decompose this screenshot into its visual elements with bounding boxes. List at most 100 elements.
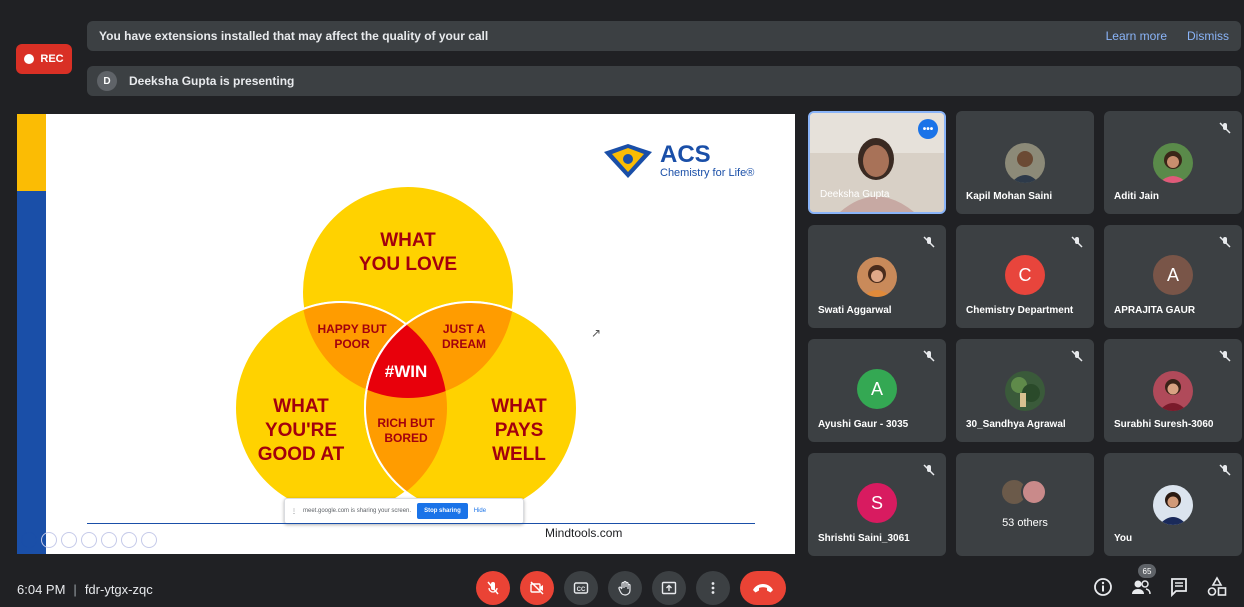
- mic-toggle-button[interactable]: [476, 571, 510, 605]
- participant-tile[interactable]: Aditi Jain: [1104, 111, 1242, 214]
- present-screen-icon: [661, 581, 677, 595]
- participant-tile[interactable]: S Shrishti Saini_3061: [808, 453, 946, 556]
- participant-tile[interactable]: C Chemistry Department: [956, 225, 1094, 328]
- participant-photo: [1005, 143, 1045, 183]
- participant-name: Swati Aggarwal: [818, 305, 892, 316]
- raise-hand-button[interactable]: [608, 571, 642, 605]
- menu-icon[interactable]: [121, 532, 137, 548]
- venn-label-love-2: YOU LOVE: [359, 254, 457, 275]
- people-button[interactable]: 65: [1130, 564, 1156, 598]
- participant-photo: [1153, 143, 1193, 183]
- clock-time: 6:04 PM: [17, 582, 66, 597]
- venn-label-good-3: GOOD AT: [258, 444, 345, 465]
- venn-label-rich-2: BORED: [384, 431, 428, 445]
- mic-off-icon: [923, 236, 935, 248]
- participant-avatar: S: [857, 483, 897, 523]
- others-tile[interactable]: 53 others: [956, 453, 1094, 556]
- acs-emblem-icon: [604, 144, 652, 178]
- mic-off-icon: [1219, 464, 1231, 476]
- participant-photo: [857, 257, 897, 297]
- participant-tile[interactable]: Kapil Mohan Saini: [956, 111, 1094, 214]
- venn-label-pays-1: WHAT: [491, 396, 547, 417]
- info-icon: [1094, 578, 1112, 596]
- meeting-info: 6:04 PM | fdr-ytgx-zqc: [17, 582, 153, 597]
- venn-label-pays-2: PAYS: [495, 420, 544, 441]
- presenting-text: Deeksha Gupta is presenting: [129, 74, 295, 88]
- slide-accent-yellow: [17, 114, 46, 191]
- participant-name: You: [1114, 533, 1133, 544]
- venn-label-dream-1: JUST A: [443, 322, 486, 336]
- participant-name: Surabhi Suresh-3060: [1114, 419, 1214, 430]
- participant-photo: [1153, 485, 1193, 525]
- recording-indicator: REC: [16, 44, 72, 74]
- venn-label-dream-2: DREAM: [442, 337, 486, 351]
- participant-name: Deeksha Gupta: [820, 189, 890, 200]
- participant-name: Chemistry Department: [966, 305, 1074, 316]
- mic-off-icon: [1219, 122, 1231, 134]
- participant-avatar: A: [1153, 255, 1193, 295]
- extension-warning-text: You have extensions installed that may a…: [99, 29, 489, 43]
- more-options-icon[interactable]: •••: [918, 119, 938, 139]
- dismiss-link[interactable]: Dismiss: [1187, 29, 1229, 43]
- zoom-icon[interactable]: [101, 532, 117, 548]
- meeting-details-button[interactable]: [1092, 576, 1114, 598]
- more-options-button[interactable]: [696, 571, 730, 605]
- participant-count-badge: 65: [1138, 564, 1156, 578]
- venn-label-rich-1: RICH BUT: [377, 416, 435, 430]
- pen-icon[interactable]: [61, 532, 77, 548]
- camera-toggle-button[interactable]: [520, 571, 554, 605]
- mouse-cursor-icon: ↗: [591, 326, 602, 340]
- venn-label-happy-1: HAPPY BUT: [317, 322, 387, 336]
- self-tile[interactable]: You: [1104, 453, 1242, 556]
- record-dot-icon: [24, 54, 35, 64]
- participant-tile[interactable]: ••• Deeksha Gupta: [808, 111, 946, 214]
- slide-accent-blue: [17, 191, 46, 554]
- more-vert-icon: [711, 582, 715, 594]
- participant-tile[interactable]: 30_Sandhya Agrawal: [956, 339, 1094, 442]
- learn-more-link[interactable]: Learn more: [1106, 29, 1167, 43]
- meeting-code[interactable]: fdr-ytgx-zqc: [85, 582, 153, 597]
- extension-warning-banner: You have extensions installed that may a…: [87, 21, 1241, 51]
- chat-button[interactable]: [1168, 576, 1190, 598]
- participant-photo: [1005, 371, 1045, 411]
- more-options-icon[interactable]: [141, 532, 157, 548]
- info-separator: |: [73, 582, 77, 597]
- mic-off-icon: [1219, 350, 1231, 362]
- participant-tile[interactable]: A APRAJITA GAUR: [1104, 225, 1242, 328]
- stop-sharing-button[interactable]: Stop sharing: [417, 503, 468, 519]
- activities-button[interactable]: [1206, 576, 1228, 598]
- venn-label-good-1: WHAT: [273, 396, 329, 417]
- prev-slide-icon[interactable]: [21, 532, 37, 548]
- present-button[interactable]: [652, 571, 686, 605]
- mic-off-icon: [923, 350, 935, 362]
- next-slide-icon[interactable]: [41, 532, 57, 548]
- captions-button[interactable]: CC: [564, 571, 598, 605]
- mic-off-icon: [487, 581, 499, 595]
- leave-call-button[interactable]: [740, 571, 786, 605]
- participant-tile[interactable]: Swati Aggarwal: [808, 225, 946, 328]
- acs-title: ACS: [660, 141, 711, 168]
- hide-share-notice-button[interactable]: Hide: [474, 508, 486, 514]
- screen-share-notice: ⋮ meet.google.com is sharing your screen…: [284, 498, 524, 524]
- svg-text:CC: CC: [577, 587, 586, 593]
- people-icon: [1132, 580, 1151, 595]
- participant-name: Ayushi Gaur - 3035: [818, 419, 909, 430]
- rec-label: REC: [40, 53, 64, 65]
- share-grip-icon[interactable]: ⋮: [291, 508, 297, 515]
- participant-tile[interactable]: A Ayushi Gaur - 3035: [808, 339, 946, 442]
- participant-name: Shrishti Saini_3061: [818, 533, 910, 544]
- venn-label-good-2: YOU'RE: [265, 420, 337, 441]
- hand-icon: [618, 580, 631, 596]
- acs-logo: ACS Chemistry for Life®: [602, 142, 754, 180]
- participant-tile[interactable]: Surabhi Suresh-3060: [1104, 339, 1242, 442]
- participant-name: Kapil Mohan Saini: [966, 191, 1053, 202]
- participant-name: APRAJITA GAUR: [1114, 305, 1196, 316]
- others-avatars: [1002, 479, 1047, 505]
- acs-subtitle: Chemistry for Life®: [660, 167, 755, 179]
- slide-credit: Mindtools.com: [545, 526, 623, 540]
- mic-off-icon: [1071, 236, 1083, 248]
- venn-label-pays-3: WELL: [492, 444, 546, 465]
- participant-name: Aditi Jain: [1114, 191, 1160, 202]
- mic-off-icon: [1071, 350, 1083, 362]
- copy-icon[interactable]: [81, 532, 97, 548]
